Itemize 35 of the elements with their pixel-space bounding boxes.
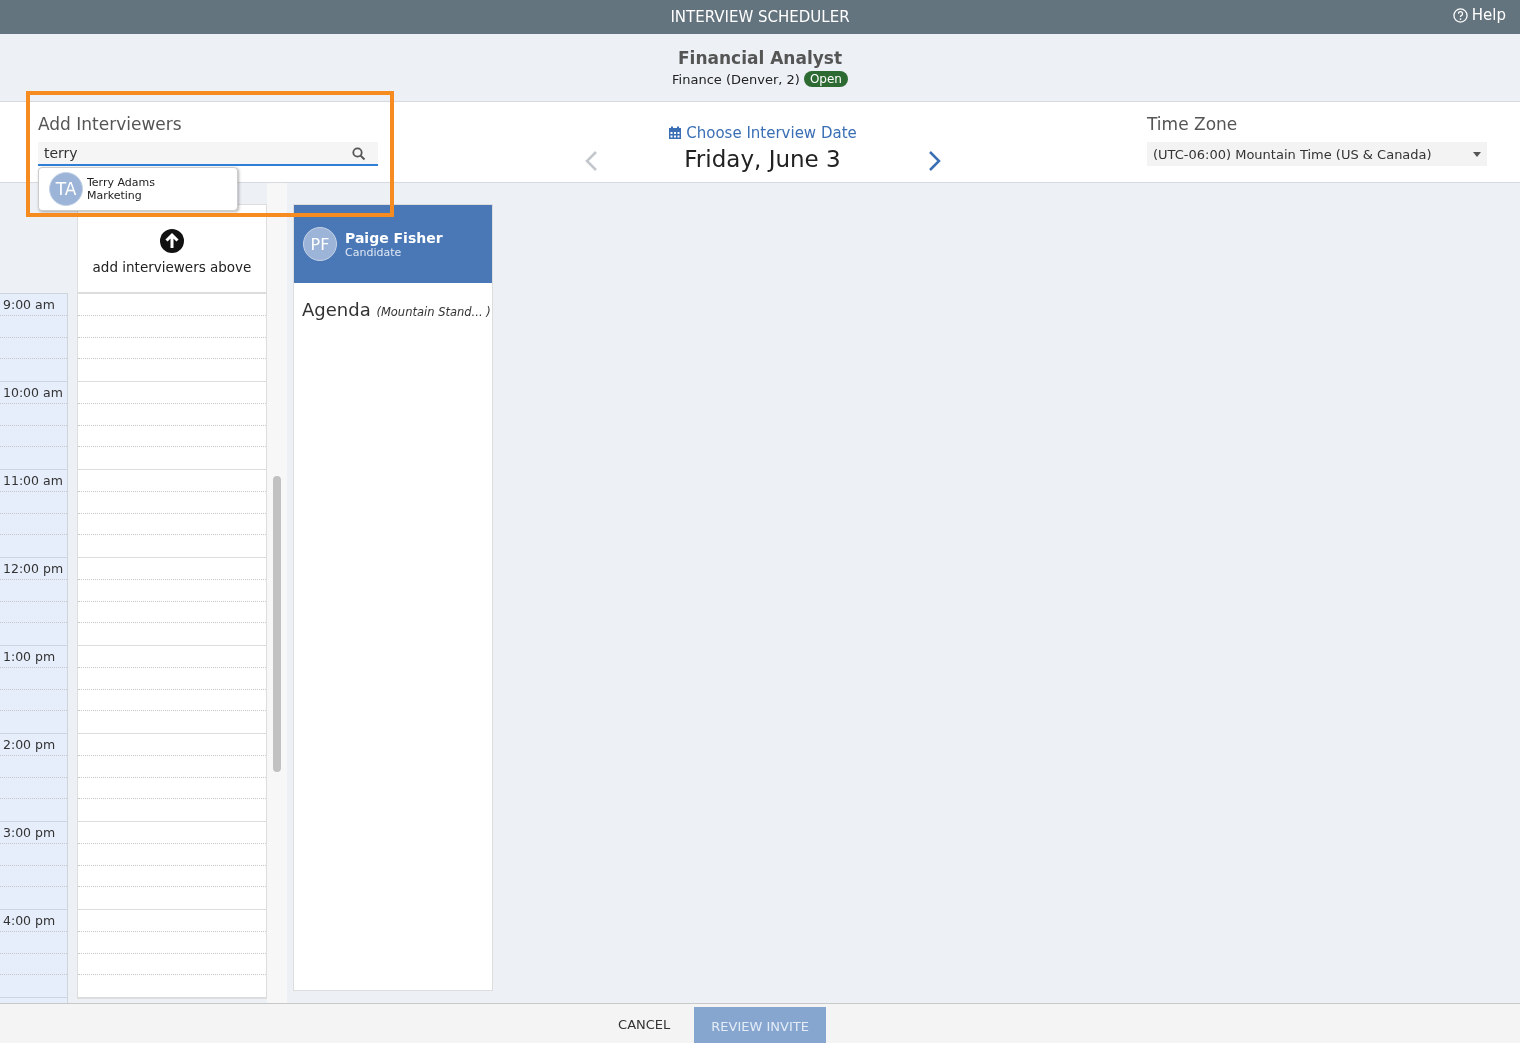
candidate-role: Candidate: [345, 245, 403, 259]
time-zone-select[interactable]: (UTC-06:00) Mountain Time (US & Canada): [1147, 142, 1487, 166]
agenda-title: Agenda (Mountain Stand... ): [301, 298, 492, 322]
arrow-up-icon: [160, 228, 184, 253]
job-subtitle: Finance (Denver, 2): [672, 71, 800, 87]
time-label: 9:00 am: [3, 297, 55, 313]
cancel-button[interactable]: CANCEL: [594, 1004, 695, 1043]
time-label: 3:00 pm: [3, 825, 56, 841]
candidate-name: Paige Fisher: [345, 229, 443, 246]
next-date-button[interactable]: [927, 150, 942, 172]
add-interviewers-label: Add Interviewers: [38, 114, 183, 134]
interviewer-department: Marketing: [87, 189, 143, 202]
help-link[interactable]: Help: [1452, 6, 1506, 24]
search-icon: [352, 147, 366, 161]
time-zone-label: Time Zone: [1147, 114, 1239, 134]
selected-date: Friday, June 3: [684, 146, 841, 172]
scrollbar-thumb[interactable]: [273, 476, 281, 772]
caret-icon: [1473, 151, 1481, 157]
search-field[interactable]: terry: [38, 142, 378, 166]
interviewer-name: Terry Adams: [87, 176, 155, 189]
time-label: 4:00 pm: [3, 913, 56, 929]
time-label: 11:00 am: [3, 473, 63, 489]
interviewer-avatar: TA: [49, 172, 83, 206]
app-title: INTERVIEW SCHEDULER: [670, 8, 850, 26]
status-badge: Open: [803, 71, 848, 87]
time-label: 10:00 am: [3, 385, 63, 401]
candidate-avatar: PF: [303, 227, 337, 261]
job-title: Financial Analyst: [677, 48, 843, 68]
choose-date-link[interactable]: Choose Interview Date: [668, 124, 857, 142]
time-label: 2:00 pm: [3, 737, 56, 753]
time-label: 1:00 pm: [3, 649, 56, 665]
help-icon: [1452, 7, 1468, 23]
calendar-icon: [668, 126, 683, 140]
time-label: 12:00 pm: [3, 561, 64, 577]
empty-hint: add interviewers above: [92, 258, 252, 275]
